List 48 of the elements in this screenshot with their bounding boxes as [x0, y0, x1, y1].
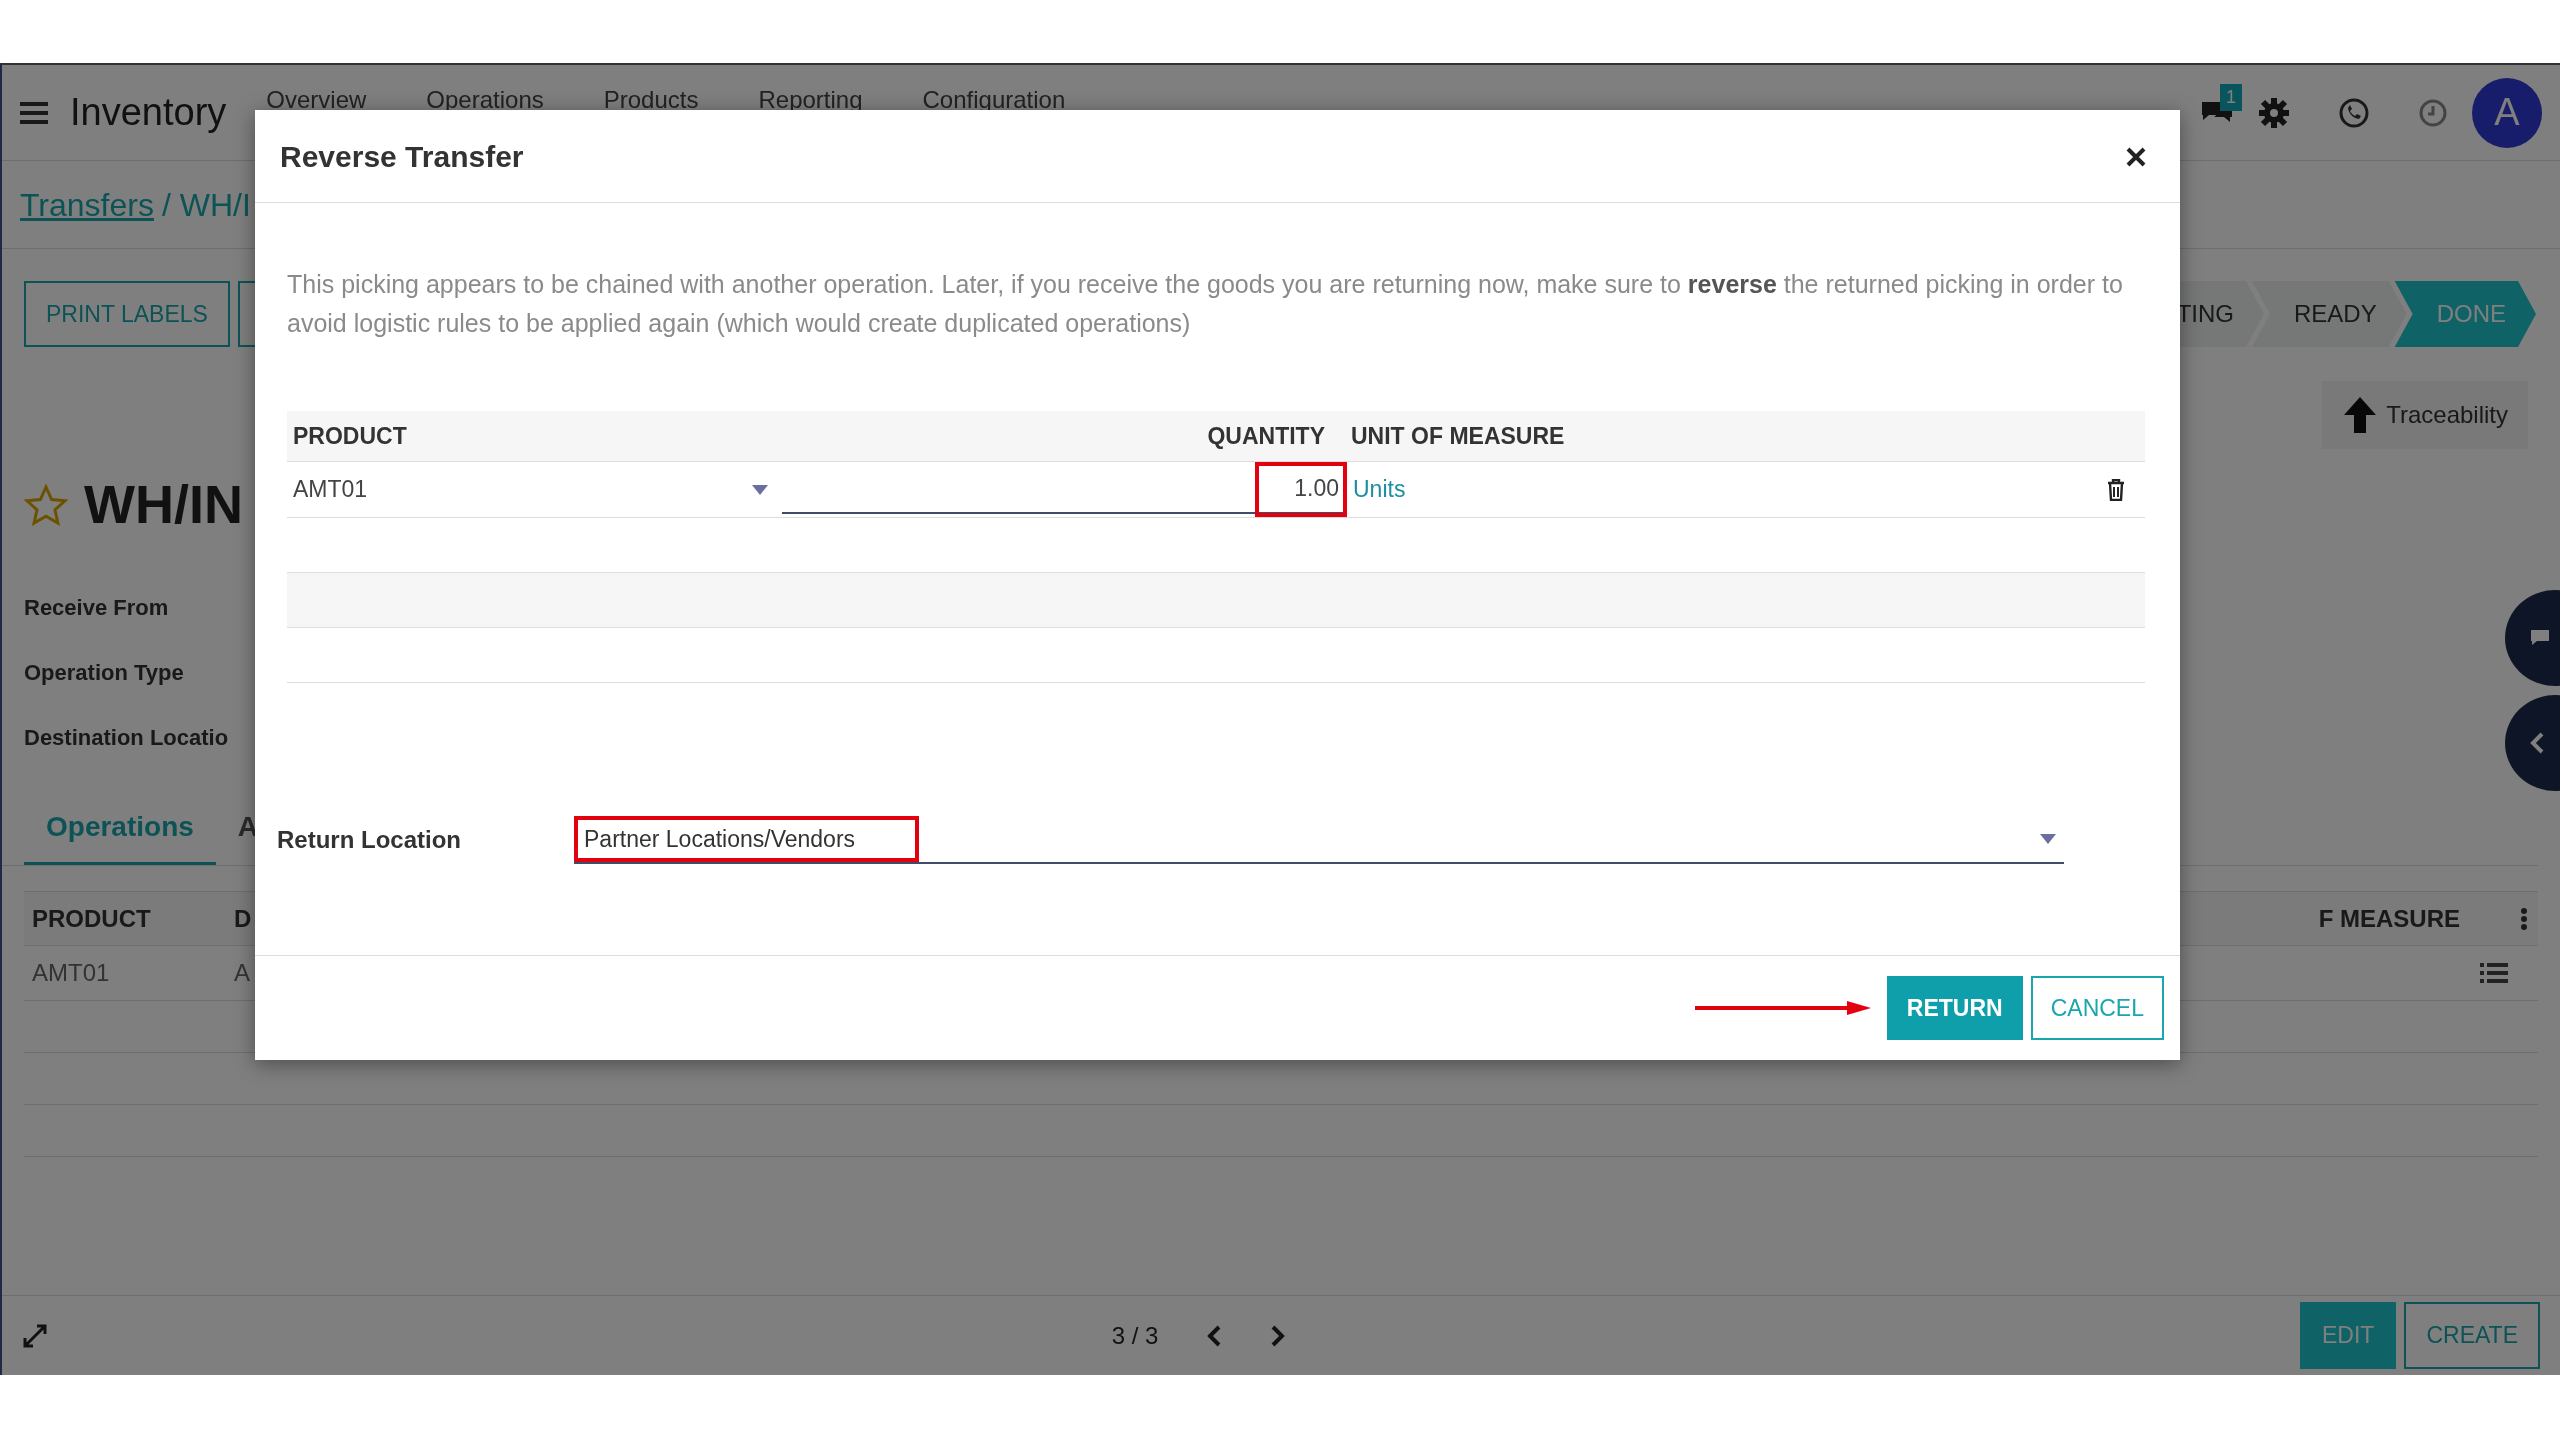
settings-icon[interactable]: [2258, 96, 2290, 129]
tab[interactable]: Operations: [24, 792, 216, 865]
notification-badge: 1: [2220, 83, 2242, 111]
return-button[interactable]: RETURN: [1886, 975, 2023, 1041]
breadcrumb-item: / WH/I: [161, 185, 251, 225]
list-icon[interactable]: [2480, 961, 2508, 985]
column-header: F MEASURE: [2318, 903, 2460, 934]
avatar[interactable]: A: [2472, 77, 2542, 148]
status-step[interactable]: READY: [2251, 281, 2407, 347]
field-label: Destination Locatio: [24, 725, 229, 750]
quantity-input[interactable]: 1.00: [782, 465, 1347, 514]
unit-link[interactable]: Units: [1353, 472, 1406, 507]
cancel-button[interactable]: CANCEL: [2030, 975, 2164, 1041]
star-icon[interactable]: [24, 483, 68, 526]
phone-chat-icon[interactable]: [2338, 96, 2370, 129]
menu-icon[interactable]: [20, 100, 48, 125]
pager-text: 3 / 3: [1111, 1320, 1159, 1351]
app-title: Inventory: [70, 90, 227, 135]
previous-icon[interactable]: [1206, 1323, 1223, 1348]
close-icon: [2126, 146, 2146, 167]
column-header: PRODUCT: [31, 903, 152, 934]
product-dropdown[interactable]: AMT01: [287, 472, 774, 507]
dialog-message: This picking appears to be chained with another operation. Later, if you receive the goods you are returning now, make sure to reverse the returned picking in order to avoid logistic rules to be applied again (which would create duplicated operations): [287, 269, 2124, 339]
column-header: UNIT OF MEASURE: [1350, 421, 1565, 451]
field-label: Receive From: [24, 595, 169, 620]
caret-down-icon: [2040, 834, 2056, 844]
next-icon[interactable]: [1270, 1323, 1287, 1348]
breadcrumb-item[interactable]: Transfers: [20, 180, 154, 229]
clock-icon[interactable]: [2418, 97, 2448, 128]
location-dropdown[interactable]: Partner Locations/Vendors: [574, 816, 2064, 864]
create-button[interactable]: CREATE: [2404, 1302, 2540, 1369]
print-labels-button[interactable]: PRINT LABELS: [24, 280, 230, 348]
trash-icon[interactable]: [2107, 478, 2125, 501]
traceability-button[interactable]: Traceability: [2322, 381, 2528, 449]
table-cell-text: AMT01: [31, 958, 111, 988]
column-header: PRODUCT: [292, 421, 408, 451]
dialog-title: Reverse Transfer: [280, 138, 524, 175]
kebab-icon[interactable]: [2520, 906, 2528, 931]
field-label: Return Location: [277, 825, 462, 855]
table-cell-text: A: [234, 958, 251, 988]
record-title: WH/IN: [84, 473, 243, 536]
column-header: QUANTITY: [1206, 421, 1326, 451]
up-arrow-icon: [2342, 395, 2379, 435]
expand-icon[interactable]: [22, 1322, 48, 1349]
caret-down-icon: [752, 484, 768, 495]
chevron-left-icon: [2529, 731, 2545, 755]
column-header: D: [234, 903, 253, 934]
field-label: Operation Type: [24, 660, 184, 685]
